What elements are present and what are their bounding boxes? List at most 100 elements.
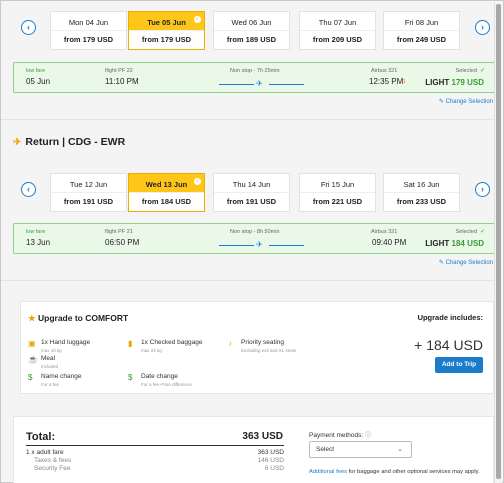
dollar-icon: $ [28, 373, 33, 382]
pencil-icon: ✎ [438, 99, 444, 105]
fare-price: 179 USD [451, 78, 484, 87]
selected-check-icon: ✓ [479, 229, 485, 235]
pencil-icon: ✎ [438, 260, 444, 266]
date-card-thu-07[interactable]: Thu 07 Jun from 209 USD [299, 11, 376, 50]
route-line [269, 84, 304, 85]
date-card-fri-08[interactable]: Fri 08 Jun from 249 USD [383, 11, 460, 50]
date-label: Wed 13 Jun [129, 174, 204, 192]
taxes-label: Taxes & fees [34, 457, 72, 464]
fare-summary: LIGHT 184 USD [425, 239, 484, 248]
departure-time: 11:10 PM [105, 77, 139, 86]
outbound-flight-summary[interactable]: low fare 05 Jun flight PF 22 11:10 PM No… [13, 62, 495, 93]
total-label: Total: [26, 431, 56, 443]
feature-sub: For a fee [41, 382, 60, 387]
date-card-mon-04[interactable]: Mon 04 Jun from 179 USD [50, 11, 127, 50]
chevron-down-icon: ⌄ [397, 446, 403, 453]
prev-dates-arrow-icon[interactable]: ‹ [21, 182, 36, 197]
low-fare-tag: low fare [26, 229, 46, 235]
date-price: from 191 USD [214, 192, 289, 212]
section-divider [1, 280, 496, 281]
feature-sub: Excluding exit and XL seats [241, 348, 297, 353]
suitcase-icon: ▮ [128, 339, 133, 348]
fare-line-value: 363 USD [257, 449, 284, 456]
additional-fees-note: Additional fees for baggage and other op… [309, 469, 480, 475]
change-selection-link[interactable]: ✎ Change Selection [439, 259, 493, 266]
route-line [269, 245, 304, 246]
date-label: Tue 12 Jun [69, 180, 108, 189]
date-card-wed-06[interactable]: Wed 06 Jun from 189 USD [213, 11, 290, 50]
aircraft-type: Airbus 321 [371, 68, 398, 74]
return-heading: ✈ Return | CDG - EWR [13, 136, 125, 148]
date-label: Mon 04 Jun [68, 18, 109, 27]
vertical-scrollbar[interactable] [494, 2, 502, 483]
payment-method-select[interactable]: Select ⌄ [309, 441, 412, 458]
payment-select-value: Select [316, 446, 335, 453]
taxes-value: 146 USD [257, 457, 284, 464]
date-price: from 221 USD [300, 192, 375, 212]
add-to-trip-button[interactable]: Add to Trip [435, 357, 483, 373]
selected-check-icon: ✓ [479, 68, 485, 74]
date-card-thu-14[interactable]: Thu 14 Jun from 191 USD [213, 173, 290, 212]
prev-dates-arrow-icon[interactable]: ‹ [21, 20, 36, 35]
date-price: from 179 USD [129, 30, 204, 50]
date-label: Tue 05 Jun [129, 12, 204, 30]
route-line [219, 245, 254, 246]
date-price: from 184 USD [129, 192, 204, 212]
upgrade-price: + 184 USD [414, 337, 483, 353]
flight-date: 05 Jun [26, 77, 51, 86]
section-divider [1, 119, 496, 120]
fare-price: 184 USD [451, 239, 484, 248]
info-icon[interactable]: ⓘ [365, 433, 371, 439]
dollar-icon: $ [128, 373, 133, 382]
meal-icon: ☕ [28, 355, 38, 364]
payment-methods-label: Payment methods: ⓘ [309, 430, 371, 439]
date-card-fri-15[interactable]: Fri 15 Jun from 221 USD [299, 173, 376, 212]
date-card-tue-12[interactable]: Tue 12 Jun from 191 USD [50, 173, 127, 212]
date-card-wed-13[interactable]: Wed 13 Jun ✓ from 184 USD [128, 173, 205, 212]
next-dates-arrow-icon[interactable]: › [475, 20, 490, 35]
selected-check-icon: ✓ [194, 16, 201, 23]
aircraft-type: Airbus 321 [371, 229, 398, 235]
date-label: Sat 16 Jun [403, 180, 440, 189]
feature-title: Meal [41, 355, 56, 362]
departure-time: 06:50 PM [105, 238, 140, 247]
date-label: Fri 08 Jun [404, 18, 439, 27]
additional-fees-link[interactable]: Additional fees [309, 469, 347, 475]
scrollbar-thumb[interactable] [496, 4, 501, 479]
date-price: from 191 USD [51, 192, 126, 212]
return-date-strip: ‹ Tue 12 Jun from 191 USD Wed 13 Jun ✓ f… [16, 173, 494, 213]
date-card-tue-05[interactable]: Tue 05 Jun ✓ from 179 USD [128, 11, 205, 50]
total-panel: Total: 363 USD 1 x adult fare 363 USD Ta… [13, 416, 494, 483]
fare-class: LIGHT [425, 78, 450, 87]
upgrade-title: ★ Upgrade to COMFORT [28, 313, 128, 324]
total-value: 363 USD [242, 431, 283, 442]
fare-class: LIGHT [425, 239, 450, 248]
stops-duration: Non stop - 8h 50min [230, 229, 280, 235]
flight-number: flight PF 22 [105, 68, 133, 74]
luggage-icon: ▣ [28, 339, 36, 348]
feature-sub: For a fee+Fare difference [141, 382, 192, 387]
fare-summary: LIGHT 179 USD [425, 78, 484, 87]
feature-title: Name change [41, 373, 82, 380]
date-price: from 179 USD [51, 30, 126, 50]
return-title-text: Return | CDG - EWR [25, 136, 126, 148]
selected-label: Selected [455, 229, 477, 235]
next-dates-arrow-icon[interactable]: › [475, 182, 490, 197]
return-flight-summary[interactable]: low fare 13 Jun flight PF 21 06:50 PM No… [13, 223, 495, 254]
outbound-date-strip: ‹ Mon 04 Jun from 179 USD Tue 05 Jun ✓ f… [16, 11, 494, 51]
date-card-sat-16[interactable]: Sat 16 Jun from 233 USD [383, 173, 460, 212]
page-frame: ‹ Mon 04 Jun from 179 USD Tue 05 Jun ✓ f… [0, 0, 504, 483]
payment-methods-text: Payment methods: [309, 432, 364, 439]
route-line [219, 84, 254, 85]
additional-fees-text: for baggage and other optional services … [347, 469, 480, 475]
change-selection-link[interactable]: ✎ Change Selection [439, 98, 493, 105]
date-label: Fri 15 Jun [320, 180, 355, 189]
arrival-time: 12:35 PM [369, 77, 404, 86]
date-price: from 249 USD [384, 30, 459, 50]
date-label: Thu 07 Jun [318, 18, 357, 27]
feature-sub: Included [41, 364, 59, 369]
low-fare-tag: low fare [26, 68, 46, 74]
flight-date: 13 Jun [26, 238, 51, 247]
feature-title: 1x Checked baggage [141, 339, 203, 346]
seat-icon: ♪ [228, 339, 232, 348]
